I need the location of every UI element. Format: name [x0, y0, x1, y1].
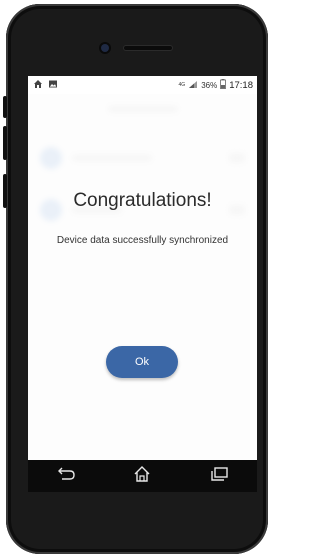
volume-button	[3, 96, 7, 118]
back-button[interactable]	[51, 463, 81, 489]
recent-apps-icon	[209, 466, 229, 487]
home-icon	[132, 464, 152, 489]
volume-button	[3, 126, 7, 160]
earpiece-speaker	[124, 46, 172, 50]
status-bar: 4G 36% 17:18	[28, 76, 257, 94]
dialog-title: Congratulations!	[73, 190, 212, 211]
image-notification-icon	[48, 79, 58, 91]
recent-apps-button[interactable]	[204, 463, 234, 489]
home-button[interactable]	[127, 463, 157, 489]
home-notification-icon	[33, 79, 43, 91]
network-type-label: 4G	[178, 82, 186, 88]
dialog-message: Device data successfully synchronized	[56, 235, 229, 246]
battery-percent: 36%	[201, 80, 218, 90]
success-dialog: Congratulations! Device data successfull…	[28, 94, 257, 484]
back-icon	[56, 466, 76, 487]
ok-button[interactable]: Ok	[106, 346, 178, 378]
signal-icon	[188, 80, 198, 91]
navigation-bar	[28, 460, 257, 492]
clock: 17:18	[229, 79, 253, 91]
screen: 4G 36% 17:18 Congratulations! Device dat…	[28, 76, 257, 484]
battery-icon	[220, 79, 227, 91]
front-camera	[101, 44, 109, 52]
power-button	[3, 174, 7, 208]
